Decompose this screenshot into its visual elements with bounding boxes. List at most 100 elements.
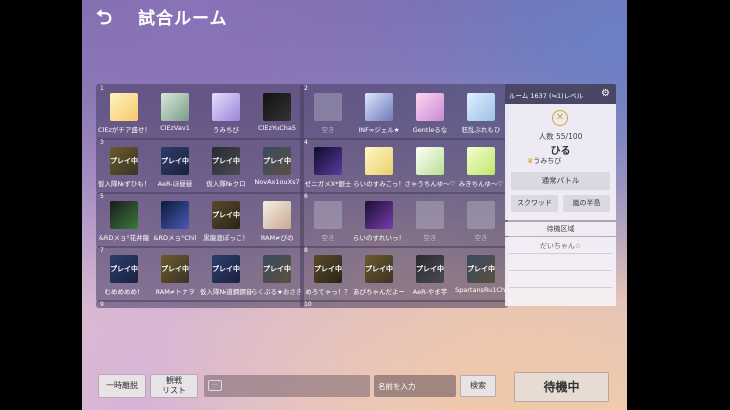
gear-icon[interactable]: ⚙ <box>601 88 612 99</box>
avatar <box>110 93 138 121</box>
divider <box>509 270 612 271</box>
player-slot[interactable]: &RDメョ°花井龍 <box>99 201 149 245</box>
team-panel: 3 プレイ中 仮入隊№ずひも！ プレイ中 AeR-ほ昼昼 プレイ中 仮入隊№クロ プレイ中 No… <box>96 138 304 194</box>
team-number: 5 <box>100 193 104 200</box>
team-number: 7 <box>100 247 104 254</box>
avatar <box>416 201 444 229</box>
empty-slot[interactable]: 空き <box>406 201 454 245</box>
player-name: めろてゃっ！？ <box>305 288 351 296</box>
player-slot[interactable]: プレイ中 AeR-ほ昼昼 <box>151 147 199 191</box>
player-slot[interactable]: プレイ中 仮入隊№クロ <box>202 147 250 191</box>
avatar <box>467 201 495 229</box>
player-name: ClEzVav1 <box>160 124 190 132</box>
avatar <box>416 93 444 121</box>
player-slot[interactable]: プレイ中 仮入隊№道鋼鋼音 <box>200 255 252 299</box>
player-count: 人数 55/100 <box>538 132 583 141</box>
player-slot[interactable]: プレイ中 仮入隊№ずひも！ <box>98 147 150 191</box>
player-slot[interactable]: プレイ中 ЯΑΜ≠トナヲ <box>151 255 199 299</box>
waiting-area-title: 待機区域 <box>505 222 616 236</box>
player-slot[interactable]: プレイ中 NovAx1ouXs7 <box>253 147 301 191</box>
player-slot[interactable]: プレイ中 SpartansRu1Cha <box>455 255 507 299</box>
avatar: プレイ中 <box>212 255 240 283</box>
player-slot[interactable]: らいのすみこっ！ <box>353 147 405 191</box>
player-name: ゼニガメX*銀士 <box>304 180 352 188</box>
playing-label: プレイ中 <box>212 157 240 165</box>
search-button[interactable]: 検索 <box>460 375 496 397</box>
player-slot[interactable]: 狂乱ぶれもひ <box>457 93 505 137</box>
player-name: SpartansRu1Cha <box>455 286 507 294</box>
waiting-player[interactable]: だいちゃん☆ <box>505 241 616 251</box>
avatar <box>212 93 240 121</box>
playing-label: プレイ中 <box>263 265 291 273</box>
avatar: プレイ中 <box>161 255 189 283</box>
playing-label: プレイ中 <box>110 265 138 273</box>
player-name: ЯΑΜ≠びの <box>260 234 294 242</box>
player-slot[interactable]: プレイ中あぴちゃんだよー! <box>353 255 405 299</box>
playing-label: プレイ中 <box>365 265 393 273</box>
avatar <box>263 93 291 121</box>
host-sub: ♛うみちび <box>527 156 561 166</box>
player-slot[interactable]: ЯΑΜ≠びの <box>253 201 301 245</box>
player-slot[interactable]: プレイ中 黒龍渡ぽっこ！ <box>202 201 250 245</box>
player-name: 狂乱ぶれもひ <box>461 126 501 134</box>
player-slot[interactable]: ClEzがチア盛せ！ <box>98 93 150 137</box>
playing-label: プレイ中 <box>212 265 240 273</box>
team-number: 2 <box>304 85 308 92</box>
playing-label: プレイ中 <box>314 265 342 273</box>
player-slot[interactable]: プレイ中らくぷる★おさきん <box>251 255 303 299</box>
player-slot[interactable]: ClEzYuCha5 <box>253 93 301 137</box>
team-panel: 5 &RDメョ°花井龍 &RDメョ°Chil プレイ中 黒龍渡ぽっこ！ ЯΑΜ≠びの <box>96 192 304 248</box>
player-slot[interactable]: ClEzVav1 <box>151 93 199 137</box>
player-slot[interactable]: プレイ中 AeR-やま芋 <box>406 255 454 299</box>
empty-slot[interactable]: 空き <box>457 201 505 245</box>
avatar: プレイ中 <box>365 255 393 283</box>
avatar <box>365 93 393 121</box>
player-name: ClEzがチア盛せ！ <box>98 126 150 134</box>
team-panel: 7 プレイ中 むめめめめ！ プレイ中 ЯΑΜ≠トナヲ プレイ中 仮入隊№道鋼鋼音 プレイ中 らく… <box>96 246 304 302</box>
player-name: 空き <box>321 234 335 242</box>
name-search-input[interactable] <box>374 375 456 397</box>
map-button[interactable]: 嵐の半島 <box>563 195 610 212</box>
avatar <box>161 93 189 121</box>
empty-slot[interactable]: 空き <box>304 93 352 137</box>
squad-button[interactable]: スクワッド <box>511 195 558 212</box>
back-arrow-icon[interactable]: ⮌ <box>96 6 120 28</box>
avatar <box>365 201 393 229</box>
player-name: AeR-やま芋 <box>412 288 448 296</box>
avatar: プレイ中 <box>212 201 240 229</box>
playing-label: プレイ中 <box>161 265 189 273</box>
playing-label: プレイ中 <box>110 157 138 165</box>
player-slot[interactable]: プレイ中 むめめめめ！ <box>100 255 148 299</box>
spectate-label-1: 観戦 <box>166 376 182 385</box>
waiting-button[interactable]: 待機中 <box>514 372 609 402</box>
team-panel: 6 空き らいのすれいっ！ 空き 空き <box>300 192 508 248</box>
team-number: 6 <box>304 193 308 200</box>
avatar: プレイ中 <box>314 255 342 283</box>
leave-button[interactable]: 一時離脱 <box>98 374 146 398</box>
player-slot[interactable]: らいのすれいっ！ <box>353 201 405 245</box>
team-panel: 4 ゼニガメX*銀士 らいのすみこっ！ さゃうちんゆ～♡ みきちんゆ～♡ <box>300 138 508 194</box>
player-slot[interactable]: プレイ中めろてゃっ！？ <box>304 255 352 299</box>
avatar <box>314 147 342 175</box>
host-sub-name: うみちび <box>533 157 562 165</box>
waiting-area-list: だいちゃん☆ <box>505 237 616 306</box>
empty-slot[interactable]: 空き <box>304 201 352 245</box>
player-name: あぴちゃんだよー! <box>353 288 405 296</box>
player-name: 空き <box>474 234 488 242</box>
player-slot[interactable]: INF∞ジェル★ <box>355 93 403 137</box>
mode-button[interactable]: 通常バトル <box>511 172 610 190</box>
player-slot[interactable]: うみちび <box>202 93 250 137</box>
player-slot[interactable]: Gentleるな <box>406 93 454 137</box>
player-slot[interactable]: &RDメョ°Chil <box>151 201 199 245</box>
avatar <box>263 201 291 229</box>
playing-label: プレイ中 <box>161 157 189 165</box>
chat-input[interactable]: ··· <box>204 375 370 397</box>
match-room-screen: ⮌ 試合ルーム 1 ClEzがチア盛せ！ ClEzVav1 うみちび ClEzYuCha… <box>82 0 627 410</box>
player-name: Gentleるな <box>412 126 448 134</box>
player-slot[interactable]: みきちんゆ～♡ <box>457 147 505 191</box>
player-slot[interactable]: ゼニガメX*銀士 <box>304 147 352 191</box>
player-name: AeR-ほ昼昼 <box>157 180 193 188</box>
player-slot[interactable]: さゃうちんゆ～♡ <box>404 147 456 191</box>
spectate-list-button[interactable]: 観戦 リスト <box>150 374 198 398</box>
page-title: 試合ルーム <box>138 9 228 29</box>
